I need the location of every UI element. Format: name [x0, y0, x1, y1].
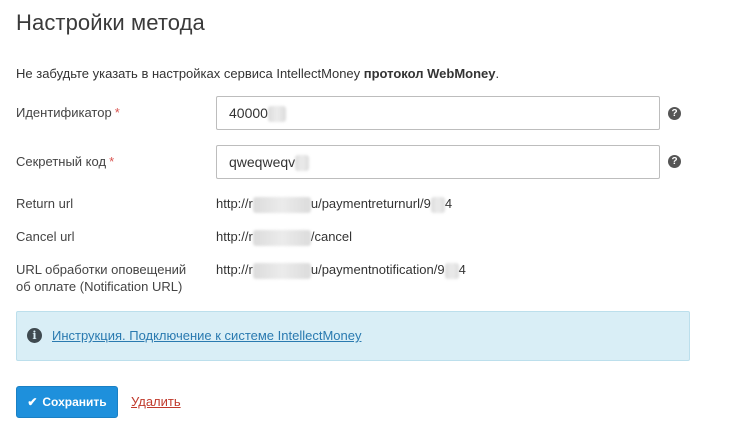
redacted-blur: [295, 155, 310, 172]
identifier-label: Идентификатор *: [16, 104, 120, 121]
instruction-info-box: i Инструкция. Подключение к системе Inte…: [16, 311, 690, 361]
required-mark: *: [109, 154, 115, 169]
secret-label-text: Секретный код: [16, 154, 107, 169]
check-icon: ✔: [27, 395, 38, 409]
secret-value: qweqweqv: [229, 154, 296, 170]
identifier-value: 40000: [229, 105, 268, 121]
secret-label: Секретный код *: [16, 153, 114, 170]
cancel-url-label: Cancel url: [16, 229, 75, 244]
return-url-label: Return url: [16, 196, 74, 211]
required-mark: *: [114, 105, 120, 120]
page-title: Настройки метода: [16, 10, 205, 35]
cancel-url-value: http://r/cancel: [216, 228, 352, 246]
return-url-prefix: http://r: [216, 196, 253, 211]
cancel-url-prefix: http://r: [216, 229, 253, 244]
notification-url-label-line2: об оплате (Notification URL): [16, 279, 183, 294]
notification-url-label-line1: URL обработки оповещений: [16, 262, 187, 277]
notification-url-label: URL обработки оповещений об оплате (Noti…: [16, 261, 186, 295]
info-icon: i: [27, 328, 42, 343]
redacted-blur: [252, 229, 311, 246]
identifier-help-icon[interactable]: ?: [668, 107, 681, 120]
cancel-url-path: /cancel: [310, 229, 353, 244]
identifier-input[interactable]: 40000: [216, 96, 660, 130]
notification-url-path: u/paymentnotification/9: [310, 262, 445, 277]
redacted-blur: [430, 196, 445, 213]
redacted-blur: [267, 106, 286, 123]
notification-url-tail: 4: [458, 262, 466, 277]
redacted-blur: [444, 262, 459, 279]
notification-url-prefix: http://r: [216, 262, 253, 277]
identifier-label-text: Идентификатор: [16, 105, 112, 120]
return-url-tail: 4: [444, 196, 453, 211]
delete-link[interactable]: Удалить: [131, 394, 181, 409]
return-url-value: http://r u/paymentreturnurl/9 4: [216, 195, 452, 213]
secret-help-icon[interactable]: ?: [668, 155, 681, 168]
return-url-path: u/paymentreturnurl/9: [310, 196, 431, 211]
save-button-label: Сохранить: [42, 395, 107, 409]
redacted-blur: [252, 196, 311, 213]
settings-notice: Не забудьте указать в настройках сервиса…: [16, 66, 499, 81]
notice-end: .: [495, 66, 500, 81]
notice-text: Не забудьте указать в настройках сервиса…: [16, 66, 364, 81]
notice-protocol: протокол WebMoney: [363, 66, 496, 81]
instruction-link[interactable]: Инструкция. Подключение к системе Intell…: [52, 328, 361, 343]
redacted-blur: [252, 262, 311, 279]
secret-input[interactable]: qweqweqv: [216, 145, 660, 179]
save-button[interactable]: ✔ Сохранить: [16, 386, 118, 418]
notification-url-value: http://r u/paymentnotification/9 4: [216, 261, 466, 279]
